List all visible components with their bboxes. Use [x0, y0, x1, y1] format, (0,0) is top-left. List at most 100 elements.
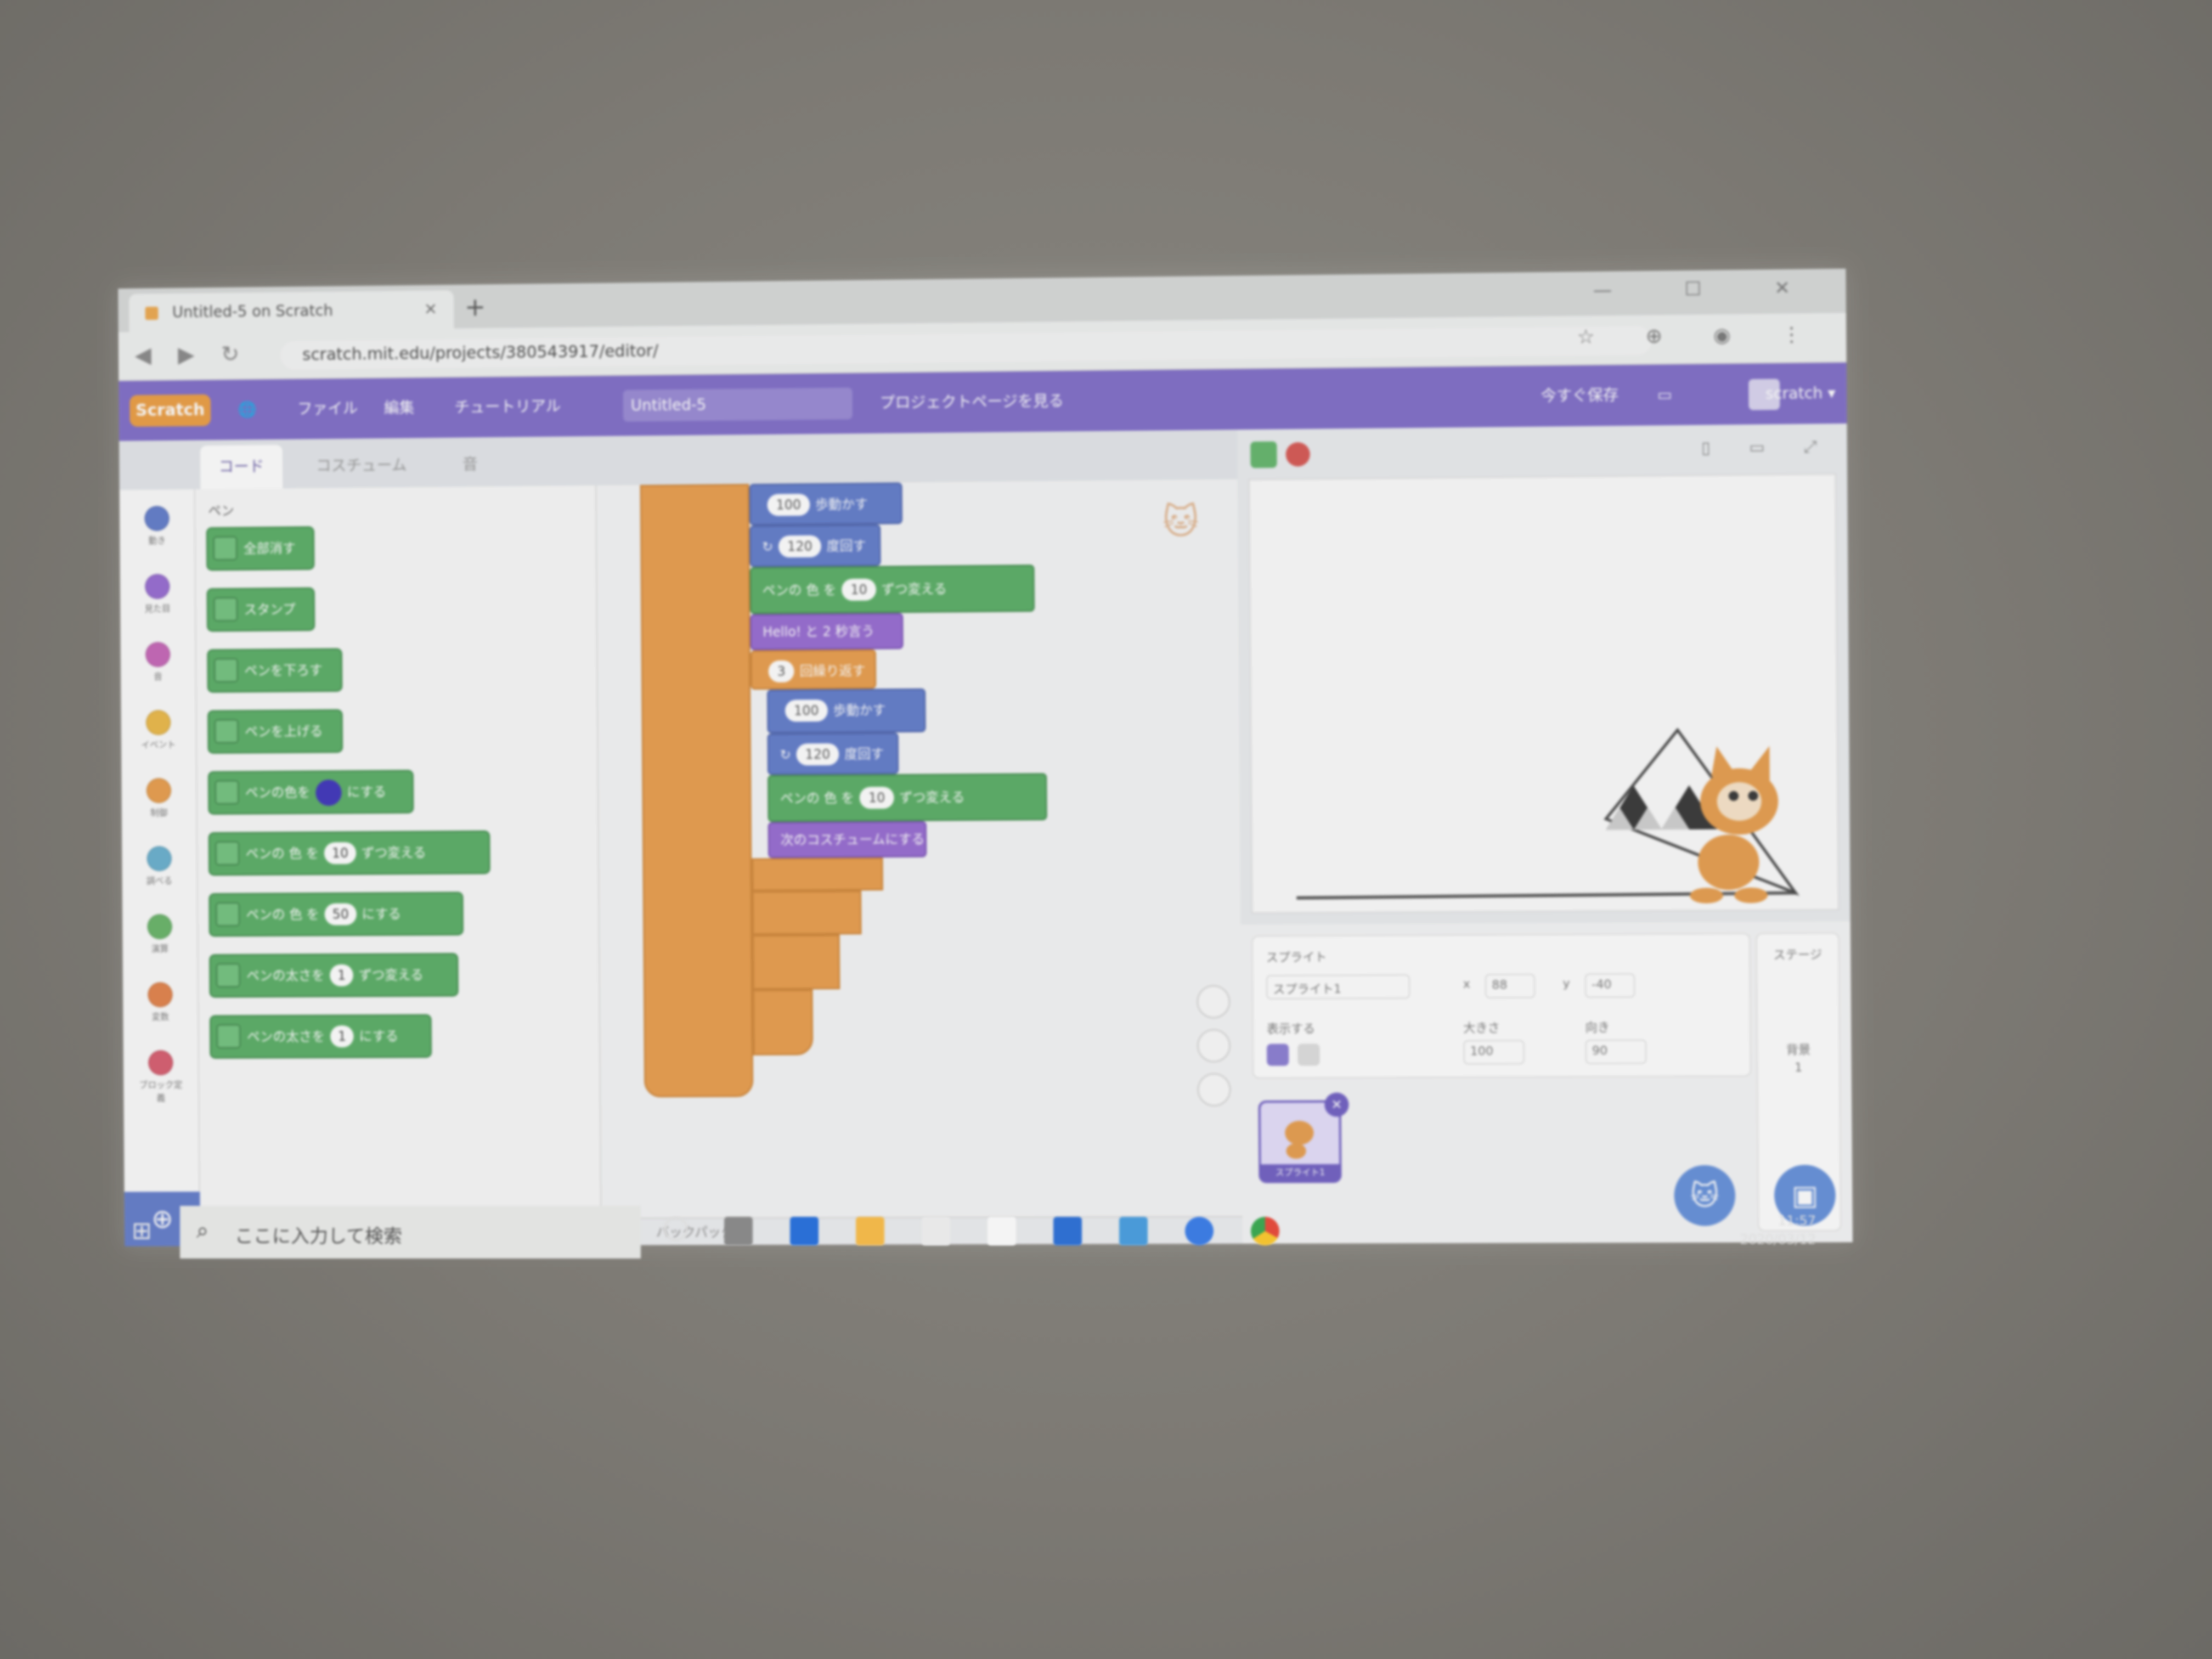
move-steps-block[interactable]: 100 歩動かす: [749, 482, 903, 526]
windows-start-icon[interactable]: ⊞: [132, 1217, 152, 1245]
tab-close-icon[interactable]: ×: [424, 299, 438, 318]
pen-palette-block[interactable]: ペンの 色 を 50 にする: [208, 891, 464, 937]
block-value-input[interactable]: 1: [330, 1025, 354, 1048]
search-icon: ⌕: [196, 1218, 209, 1243]
store-icon[interactable]: [922, 1217, 950, 1245]
x-input[interactable]: 88: [1485, 974, 1536, 998]
scratch-logo[interactable]: Scratch: [129, 394, 211, 427]
y-input[interactable]: -40: [1584, 973, 1635, 998]
reload-icon[interactable]: ↻: [221, 342, 239, 367]
category-item[interactable]: ブロック定義: [136, 1050, 185, 1104]
stack-tail: [752, 890, 862, 935]
task-view-icon[interactable]: [724, 1217, 753, 1245]
block-value-input[interactable]: 50: [324, 903, 357, 926]
size-input[interactable]: 100: [1463, 1040, 1525, 1065]
taskbar-search-input[interactable]: ⌕ ここに入力して検索: [180, 1206, 641, 1259]
zoom-out-button[interactable]: [1197, 1029, 1231, 1063]
tutorials-menu[interactable]: チュートリアル: [454, 376, 561, 438]
change-pen-color-block-inner[interactable]: ペンの 色 を 10 ずつ変える: [768, 773, 1047, 822]
category-item[interactable]: 調べる: [135, 846, 184, 887]
turn-degrees-block[interactable]: ↻ 120 度回す: [749, 524, 881, 567]
project-title-input[interactable]: Untitled-5: [623, 387, 853, 422]
move-steps-block-inner[interactable]: 100 歩動かす: [766, 688, 926, 733]
category-item[interactable]: 制御: [134, 778, 183, 819]
repeat-block[interactable]: 3 回繰り返す: [750, 649, 877, 690]
search-placeholder: ここに入力して検索: [235, 1226, 402, 1248]
category-label: 制御: [150, 807, 168, 818]
category-dot-icon: [147, 914, 172, 940]
pen-palette-block[interactable]: ペンの太さを 1 ずつ変える: [209, 952, 459, 998]
pen-palette-block[interactable]: ペンの 色 を 10 ずつ変える: [208, 830, 490, 876]
zoom-in-button[interactable]: [1197, 985, 1231, 1019]
username-menu[interactable]: scratch ▾: [1765, 363, 1836, 424]
sprite-thumbnail[interactable]: スプライト1 ✕: [1258, 1092, 1349, 1183]
pen-palette-block[interactable]: ペンを下ろす: [207, 648, 343, 693]
zoom-reset-button[interactable]: [1197, 1073, 1231, 1107]
forward-icon[interactable]: ▶: [178, 342, 195, 368]
category-item[interactable]: イベント: [134, 710, 183, 751]
app-icon[interactable]: [1119, 1217, 1148, 1245]
save-now-button[interactable]: 今すぐ保存: [1541, 365, 1619, 426]
change-pen-color-block[interactable]: ペンの 色 を 10 ずつ変える: [749, 565, 1035, 614]
pen-palette-block[interactable]: スタンプ: [206, 587, 315, 632]
tab-code[interactable]: コード: [200, 444, 283, 489]
stage-canvas[interactable]: [1248, 473, 1841, 915]
direction-input[interactable]: 90: [1585, 1039, 1647, 1064]
pen-palette-block[interactable]: ペンを上げる: [207, 709, 343, 754]
stack-tail: [752, 934, 840, 990]
sprite-name-input[interactable]: スプライト1: [1266, 974, 1410, 1000]
pen-palette-block[interactable]: ペンの太さを 1 にする: [209, 1014, 432, 1059]
show-hidden-toggle[interactable]: [1297, 1043, 1320, 1066]
edge-icon[interactable]: [790, 1217, 819, 1245]
app-icon[interactable]: [1185, 1217, 1214, 1245]
tab-costumes[interactable]: コスチューム: [297, 443, 425, 488]
delete-sprite-icon[interactable]: ✕: [1324, 1092, 1349, 1117]
folder-icon[interactable]: ▭: [1657, 364, 1673, 425]
stage-label: ステージ: [1773, 948, 1822, 962]
see-project-page-button[interactable]: プロジェクトページを見る: [879, 371, 1064, 433]
next-costume-block[interactable]: 次のコスチュームにする: [768, 821, 927, 859]
category-label: イベント: [141, 739, 176, 750]
window-controls[interactable]: — ☐ ✕: [1593, 276, 1824, 301]
control-c-block[interactable]: [640, 484, 754, 1098]
palette-heading: ペン: [208, 503, 234, 519]
show-visible-toggle[interactable]: [1266, 1043, 1289, 1066]
say-for-secs-block[interactable]: Hello! と 2 秒言う: [750, 613, 904, 651]
system-tray-clock[interactable]: 11:57 2020/03/12: [1740, 1211, 1816, 1249]
pen-extension-icon: [213, 536, 238, 561]
block-value-input[interactable]: 10: [324, 842, 357, 865]
category-item[interactable]: 変数: [136, 982, 185, 1023]
back-icon[interactable]: ◀: [134, 343, 151, 368]
cortana-icon[interactable]: [664, 1217, 688, 1241]
browser-tab[interactable]: Untitled-5 on Scratch ×: [128, 290, 454, 332]
file-menu[interactable]: ファイル: [297, 379, 358, 439]
turn-degrees-block-inner[interactable]: ↻ 120 度回す: [767, 732, 899, 775]
pen-palette-block[interactable]: 全部消す: [206, 526, 315, 571]
green-flag-button[interactable]: [1250, 441, 1277, 469]
edit-menu[interactable]: 編集: [383, 378, 415, 438]
stage-size-mode-buttons[interactable]: ▯ ▭ ⤢: [1701, 437, 1834, 458]
tab-sounds[interactable]: 音: [444, 443, 496, 487]
pen-palette-block[interactable]: ペンの色を にする: [207, 770, 414, 815]
category-item[interactable]: 演算: [136, 914, 184, 955]
tab-title: Untitled-5 on Scratch: [172, 301, 334, 321]
new-tab-button[interactable]: +: [465, 292, 486, 321]
chrome-icon[interactable]: [1251, 1217, 1279, 1245]
category-label: 音: [154, 671, 162, 682]
mail-icon[interactable]: [988, 1217, 1016, 1245]
file-explorer-icon[interactable]: [856, 1217, 884, 1245]
block-value-input[interactable]: 1: [330, 964, 354, 986]
stop-button[interactable]: [1285, 442, 1311, 467]
stage-drawing: [1250, 475, 1841, 915]
browser-extension-icons[interactable]: ☆ ⊕ ◉ ⋮: [1577, 323, 1824, 348]
code-workspace[interactable]: 100 歩動かす ↻ 120 度回す ペンの 色 を 10 ずつ変える Hello! と …: [596, 479, 1243, 1245]
category-item[interactable]: 動き: [133, 505, 182, 546]
pen-color-swatch[interactable]: [315, 779, 342, 806]
globe-icon[interactable]: 🌐: [238, 380, 257, 440]
category-item[interactable]: 音: [133, 642, 182, 682]
block-label-suffix: にする: [347, 784, 387, 800]
remote-desktop-icon[interactable]: [1053, 1217, 1082, 1245]
url-field[interactable]: scratch.mit.edu/projects/380543917/edito…: [280, 326, 1652, 370]
sprite-watermark-icon: 🐱: [1162, 501, 1199, 543]
category-item[interactable]: 見た目: [133, 574, 182, 614]
